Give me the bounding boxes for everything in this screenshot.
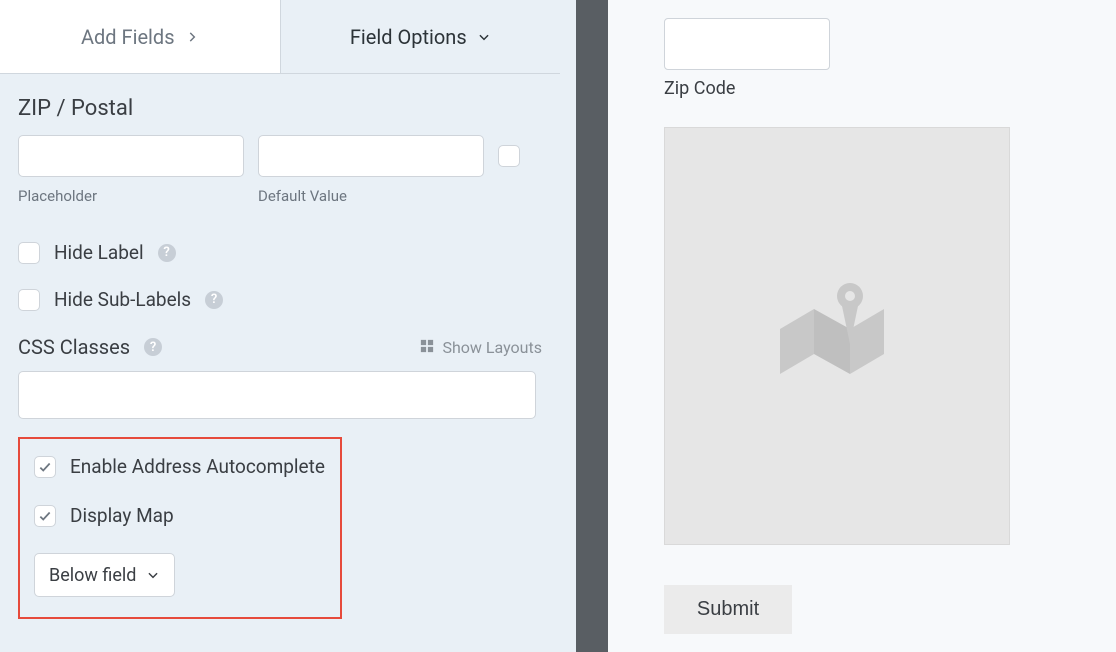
- display-map-checkbox[interactable]: [34, 505, 56, 527]
- panel-body: ZIP / Postal Placeholder Default Value H…: [0, 74, 560, 652]
- tab-field-options-label: Field Options: [350, 25, 467, 49]
- css-classes-input[interactable]: [18, 371, 536, 419]
- show-layouts-label: Show Layouts: [442, 338, 542, 357]
- help-icon[interactable]: ?: [158, 244, 176, 262]
- zip-default-input[interactable]: [258, 135, 484, 177]
- show-layouts-button[interactable]: Show Layouts: [420, 338, 542, 357]
- map-pin-icon: [772, 274, 902, 398]
- hide-sublabels-text: Hide Sub-Labels: [54, 288, 191, 311]
- zip-inputs-row: Placeholder Default Value: [18, 135, 542, 205]
- css-classes-row: CSS Classes ? Show Layouts: [18, 335, 542, 359]
- submit-label: Submit: [697, 598, 759, 620]
- submit-button[interactable]: Submit: [664, 585, 792, 634]
- zip-placeholder-input[interactable]: [18, 135, 244, 177]
- zip-extra-checkbox[interactable]: [498, 145, 520, 167]
- hide-sublabels-row: Hide Sub-Labels ?: [18, 288, 542, 311]
- tab-add-fields[interactable]: Add Fields: [0, 0, 281, 73]
- zip-placeholder-col: Placeholder: [18, 135, 244, 205]
- hide-sublabels-checkbox[interactable]: [18, 289, 40, 311]
- hide-label-row: Hide Label ?: [18, 241, 542, 264]
- display-map-row: Display Map: [34, 504, 326, 527]
- map-position-value: Below field: [49, 565, 136, 586]
- preview-zip-label: Zip Code: [664, 78, 1080, 99]
- map-position-dropdown[interactable]: Below field: [34, 553, 175, 597]
- enable-autocomplete-row: Enable Address Autocomplete: [34, 455, 326, 478]
- enable-autocomplete-checkbox[interactable]: [34, 456, 56, 478]
- enable-autocomplete-label: Enable Address Autocomplete: [70, 455, 325, 478]
- panel-divider: [560, 0, 620, 652]
- help-icon[interactable]: ?: [144, 338, 162, 356]
- chevron-down-icon: [477, 30, 491, 44]
- zip-placeholder-label: Placeholder: [18, 187, 244, 205]
- hide-label-checkbox[interactable]: [18, 242, 40, 264]
- hide-label-text: Hide Label: [54, 241, 144, 264]
- zip-default-label: Default Value: [258, 187, 484, 205]
- highlight-box: Enable Address Autocomplete Display Map …: [18, 437, 342, 619]
- zip-default-col: Default Value: [258, 135, 484, 205]
- css-classes-title: CSS Classes: [18, 335, 130, 359]
- chevron-down-icon: [146, 568, 160, 582]
- tab-field-options[interactable]: Field Options: [281, 0, 561, 73]
- tab-add-fields-label: Add Fields: [81, 25, 175, 49]
- display-map-label: Display Map: [70, 504, 174, 527]
- panel-tabs: Add Fields Field Options: [0, 0, 560, 74]
- form-preview: Zip Code Submit: [620, 0, 1116, 652]
- preview-zip-field: Zip Code: [664, 18, 1080, 99]
- grid-icon: [420, 338, 434, 357]
- zip-section-title: ZIP / Postal: [18, 96, 542, 121]
- help-icon[interactable]: ?: [205, 291, 223, 309]
- preview-zip-input[interactable]: [664, 18, 830, 70]
- chevron-right-icon: [185, 30, 199, 44]
- field-options-panel: Add Fields Field Options ZIP / Postal Pl…: [0, 0, 560, 652]
- map-placeholder: [664, 127, 1010, 545]
